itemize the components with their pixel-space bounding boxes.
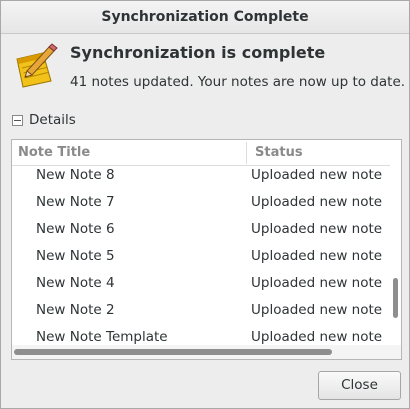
- note-title-cell: New Note 4: [36, 275, 115, 291]
- table-row[interactable]: New Note 7 Uploaded new note to server: [12, 192, 390, 219]
- status-cell: Uploaded new note to server: [251, 248, 382, 264]
- list-rows: New Note 8 Uploaded new note to server N…: [12, 165, 390, 354]
- note-title-cell: New Note 7: [36, 194, 115, 210]
- column-header-note-title[interactable]: Note Title: [18, 140, 90, 165]
- status-cell: Uploaded new note to server: [251, 302, 382, 318]
- horizontal-scrollbar[interactable]: [12, 345, 401, 359]
- collapse-icon: [12, 114, 23, 126]
- status-cell: Uploaded new note to server: [251, 194, 382, 210]
- column-header-status[interactable]: Status: [255, 140, 303, 165]
- note-title-cell: New Note 2: [36, 302, 115, 318]
- notes-list[interactable]: Note Title Status New Note 8 Uploaded ne…: [11, 139, 402, 360]
- window-title: Synchronization Complete: [1, 1, 409, 34]
- status-cell: Uploaded new note to server: [251, 275, 382, 291]
- details-expander[interactable]: Details: [12, 111, 76, 129]
- details-label: Details: [29, 112, 76, 128]
- vertical-scrollbar[interactable]: [390, 140, 401, 359]
- sync-dialog: Synchronization Complete Synchronization…: [0, 0, 410, 409]
- notepad-pencil-icon: [13, 41, 59, 89]
- table-row[interactable]: New Note 8 Uploaded new note to server: [12, 165, 390, 192]
- note-title-cell: New Note 8: [36, 167, 115, 183]
- close-button[interactable]: Close: [318, 371, 401, 400]
- vertical-scroll-thumb[interactable]: [393, 278, 398, 318]
- status-cell: Uploaded new note to server: [251, 167, 382, 183]
- column-separator[interactable]: [246, 142, 247, 164]
- table-row[interactable]: New Note 4 Uploaded new note to server: [12, 273, 390, 300]
- sync-heading: Synchronization is complete: [70, 43, 326, 62]
- status-cell: Uploaded new note to server: [251, 221, 382, 237]
- horizontal-scroll-thumb[interactable]: [14, 349, 332, 355]
- list-header: Note Title Status: [12, 140, 390, 166]
- sync-detail-text: 41 notes updated. Your notes are now up …: [70, 74, 406, 90]
- note-title-cell: New Note 5: [36, 248, 115, 264]
- table-row[interactable]: New Note 5 Uploaded new note to server: [12, 246, 390, 273]
- table-row[interactable]: New Note 6 Uploaded new note to server: [12, 219, 390, 246]
- note-title-cell: New Note 6: [36, 221, 115, 237]
- table-row[interactable]: New Note 2 Uploaded new note to server: [12, 300, 390, 327]
